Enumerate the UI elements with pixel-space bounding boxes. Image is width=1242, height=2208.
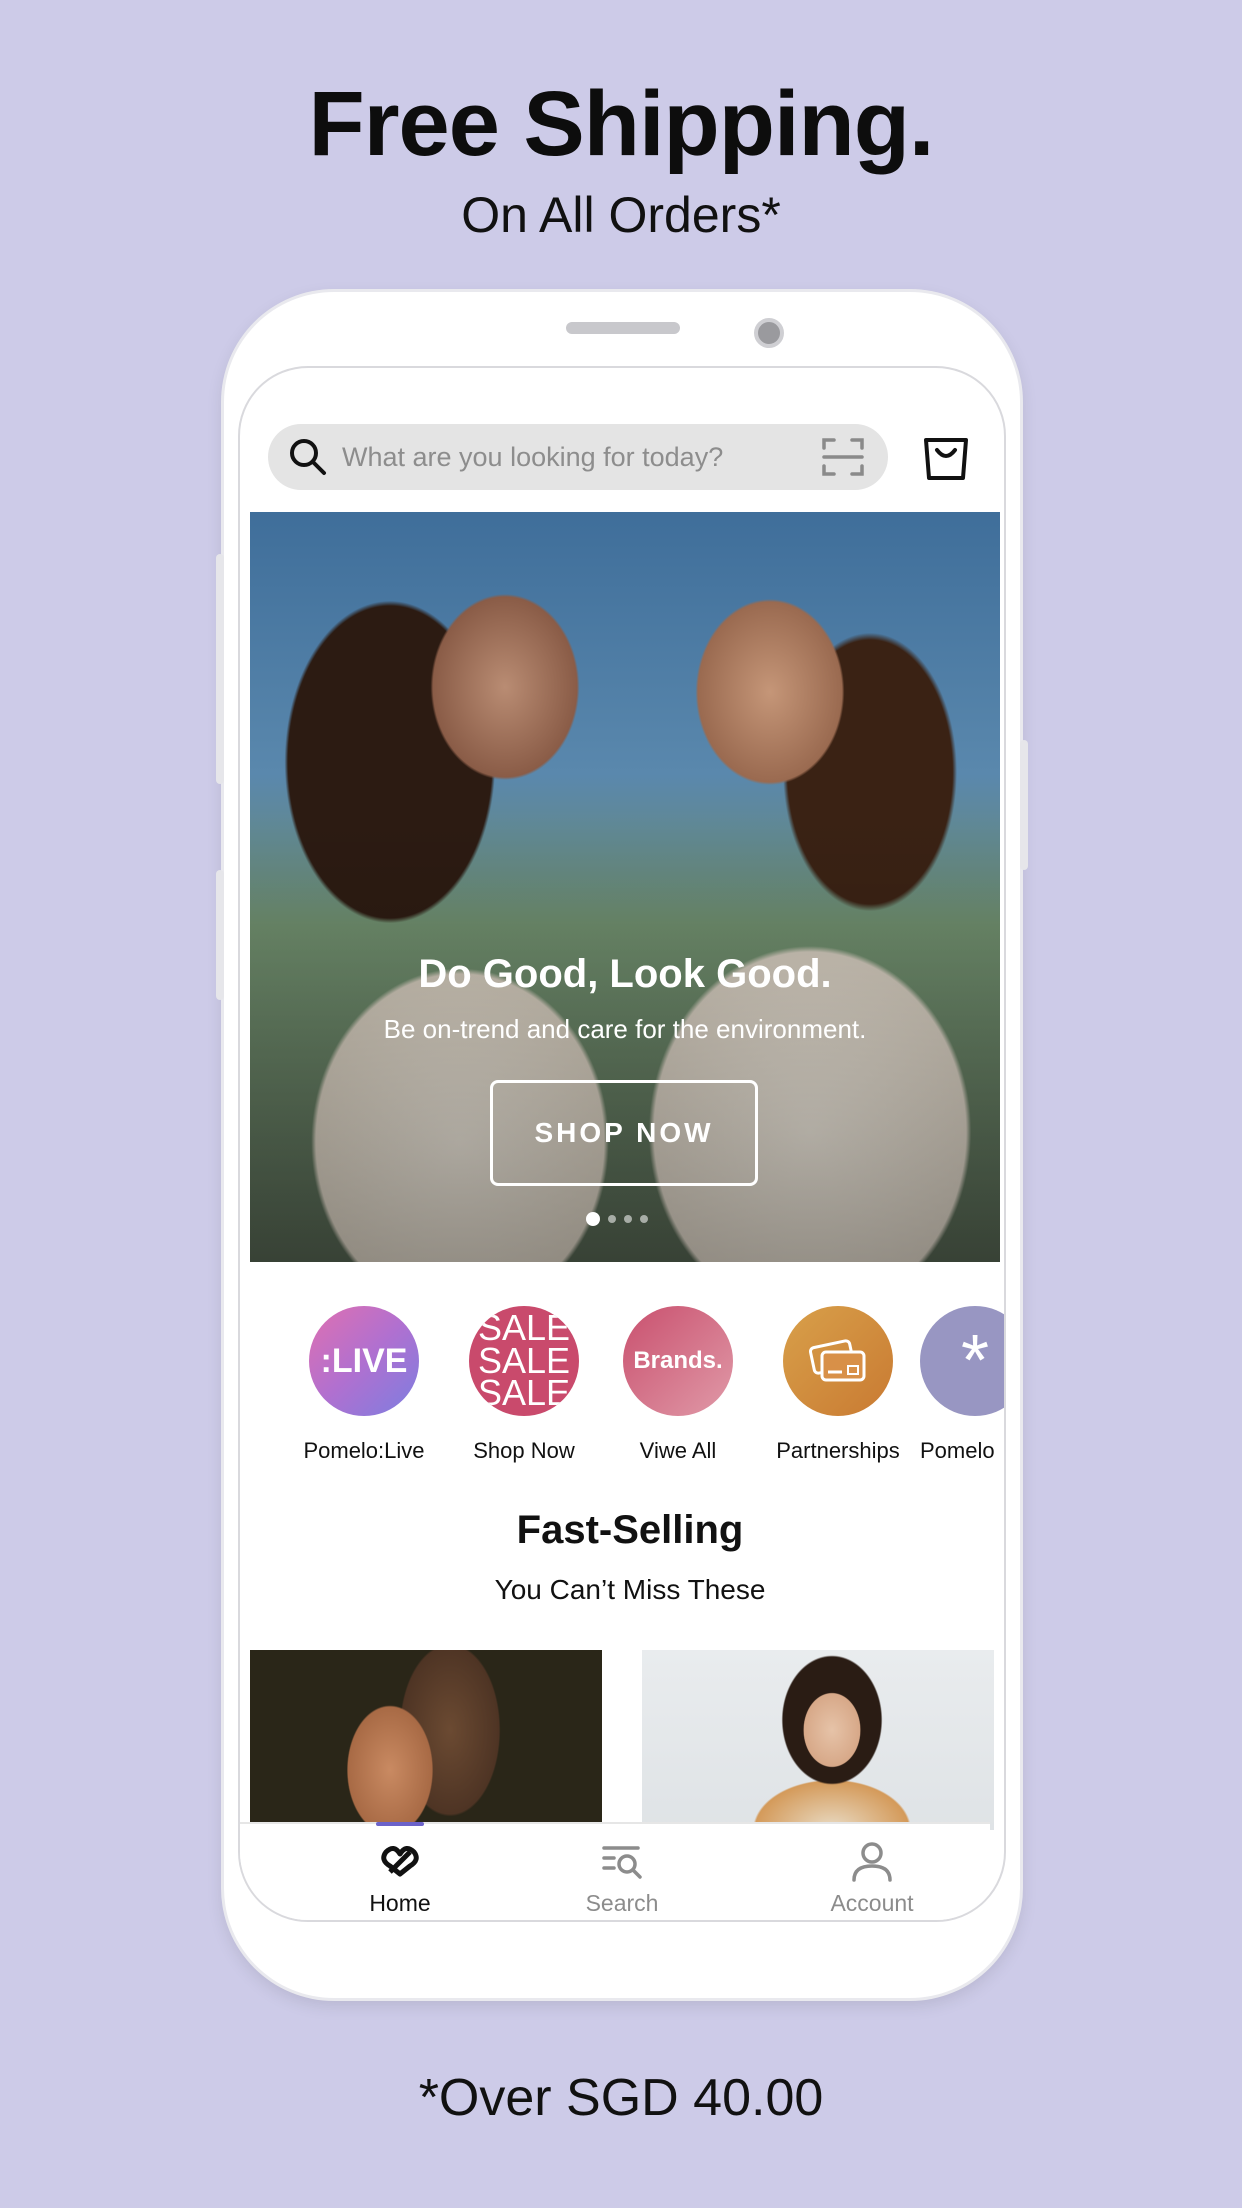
phone-side-button <box>216 870 224 1000</box>
category-label: Pomelo <box>920 1438 995 1463</box>
category-badge-text: :LIVE <box>320 1341 408 1380</box>
category-label: Shop Now <box>473 1438 575 1463</box>
nav-search[interactable]: Search <box>542 1832 702 1917</box>
phone-speaker <box>566 322 680 334</box>
app-screen: Do Good, Look Good. Be on-trend and care… <box>238 366 1006 1922</box>
asterisk-icon: * <box>920 1306 1004 1416</box>
promo-footnote: *Over SGD 40.00 <box>418 2069 824 2127</box>
hero-title: Do Good, Look Good. <box>418 952 832 996</box>
bottom-navigation: Home Search Account <box>240 1822 990 1920</box>
live-badge-icon: :LIVE <box>309 1306 419 1416</box>
shop-now-button[interactable]: SHOP NOW <box>490 1080 758 1186</box>
product-card[interactable] <box>250 1650 602 1830</box>
phone-camera <box>754 318 784 348</box>
category-label: Pomelo:Live <box>303 1438 425 1463</box>
carousel-dot[interactable] <box>608 1215 616 1223</box>
category-badge-text: SALE <box>477 1372 571 1414</box>
nav-home[interactable]: Home <box>320 1832 480 1917</box>
category-pomelo-live[interactable]: :LIVE Pomelo:Live <box>284 1306 444 1464</box>
credit-card-icon <box>808 1339 866 1382</box>
carousel-dot[interactable] <box>640 1215 648 1223</box>
category-label: Partnerships <box>776 1438 900 1463</box>
nav-label: Home <box>369 1890 431 1916</box>
promo-headline: Free Shipping. <box>308 73 935 175</box>
phone-side-button <box>1020 740 1028 870</box>
nav-account[interactable]: Account <box>792 1832 952 1917</box>
nav-label: Account <box>830 1890 914 1916</box>
hero-subtitle: Be on-trend and care for the environment… <box>383 1014 867 1044</box>
promo-subline: On All Orders* <box>461 187 781 243</box>
card-icon <box>783 1306 893 1416</box>
active-tab-indicator <box>376 1822 424 1826</box>
pomelo-home-icon <box>381 1846 419 1877</box>
brands-badge-icon: Brands. <box>623 1306 733 1416</box>
sale-badge-icon: SALE SALE SALE <box>469 1306 579 1416</box>
search-bar[interactable] <box>268 424 888 490</box>
section-subtitle: You Can’t Miss These <box>494 1574 766 1605</box>
carousel-dot[interactable] <box>624 1215 632 1223</box>
hero-banner[interactable]: Do Good, Look Good. Be on-trend and care… <box>250 512 1000 1262</box>
shopping-bag-icon[interactable] <box>920 426 972 482</box>
category-partnerships[interactable]: Partnerships <box>758 1306 918 1464</box>
category-label: Viwe All <box>639 1438 717 1463</box>
category-shop-now[interactable]: SALE SALE SALE Shop Now <box>444 1306 604 1464</box>
scan-icon[interactable] <box>820 434 866 480</box>
phone-side-button <box>216 554 224 784</box>
section-title: Fast-Selling <box>516 1508 744 1552</box>
search-list-icon <box>602 1846 642 1879</box>
search-icon <box>290 439 326 475</box>
user-icon <box>852 1842 892 1882</box>
category-view-all[interactable]: Brands. Viwe All <box>598 1306 758 1464</box>
carousel-dot[interactable] <box>586 1212 600 1226</box>
product-card[interactable] <box>642 1650 994 1830</box>
category-badge-text: * <box>960 1321 990 1401</box>
carousel-indicator[interactable] <box>586 1212 648 1226</box>
category-badge-text: Brands. <box>633 1347 723 1374</box>
nav-label: Search <box>585 1890 659 1916</box>
search-input[interactable] <box>342 441 802 473</box>
category-pomelo[interactable]: * Pomelo <box>912 1306 1004 1464</box>
phone-frame: Do Good, Look Good. Be on-trend and care… <box>216 292 1028 1998</box>
